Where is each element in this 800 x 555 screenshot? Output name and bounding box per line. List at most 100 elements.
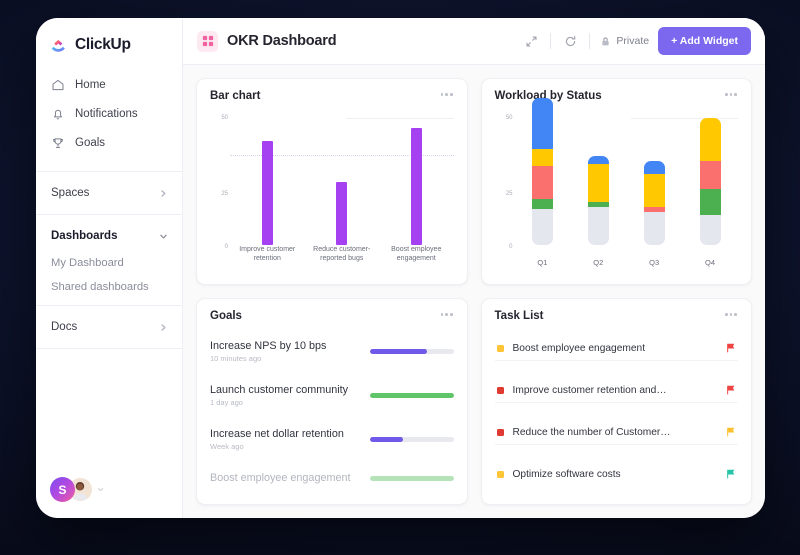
task-status-icon[interactable] xyxy=(496,345,504,352)
sidebar-item-shared-dashboards-label: Shared dashboards xyxy=(51,281,149,293)
bar-1[interactable] xyxy=(261,140,273,245)
segment-complete[interactable] xyxy=(531,97,553,149)
refresh-icon xyxy=(565,35,576,46)
refresh-button[interactable] xyxy=(557,28,583,54)
goal-row[interactable]: Increase net dollar retention Week ago xyxy=(210,428,454,451)
workload-x-label: Q3 xyxy=(649,258,660,267)
y-tick-25: 25 xyxy=(221,190,228,197)
workload-column-q1[interactable] xyxy=(515,97,571,245)
more-options-icon[interactable] xyxy=(440,90,454,99)
stacked-bar[interactable] xyxy=(587,156,609,245)
chevron-right-icon xyxy=(161,323,166,331)
goal-timestamp: Week ago xyxy=(210,442,244,452)
sidebar-item-spaces[interactable]: Spaces xyxy=(36,178,182,208)
bell-icon xyxy=(54,109,62,119)
goal-progress-bar[interactable] xyxy=(369,348,454,354)
bar-column[interactable] xyxy=(379,118,453,245)
privacy-toggle[interactable]: Private xyxy=(596,35,658,47)
segment-complete[interactable] xyxy=(643,161,665,174)
sidebar-item-docs[interactable]: Docs xyxy=(36,312,182,342)
more-options-icon[interactable] xyxy=(724,90,738,99)
bar-chart-x-label: Improve customer retention xyxy=(239,246,296,263)
goal-timestamp: 1 day ago xyxy=(210,397,243,407)
widget-board: Bar chart 50 25 0 Improve customer reten… xyxy=(183,65,765,518)
more-options-icon[interactable] xyxy=(440,310,454,319)
goal-progress-bar[interactable] xyxy=(369,392,454,398)
expand-arrows-icon xyxy=(526,35,537,47)
task-list: Boost employee engagement Improve custome… xyxy=(494,326,739,495)
bar-column[interactable] xyxy=(305,118,379,245)
bar-chart-inner xyxy=(230,118,454,245)
lock-icon xyxy=(602,36,610,45)
goal-progress-bar[interactable] xyxy=(369,475,454,481)
segment-open[interactable] xyxy=(699,214,721,245)
task-status-icon[interactable] xyxy=(496,471,504,478)
stacked-bar[interactable] xyxy=(643,161,665,245)
flag-icon[interactable] xyxy=(726,343,736,354)
bar-chart-x-labels: Improve customer retention Reduce custome… xyxy=(230,245,454,271)
bar-chart-bars xyxy=(230,118,454,245)
bar-chart-widget: Bar chart 50 25 0 Improve customer reten… xyxy=(196,78,468,285)
sidebar-item-my-dashboard[interactable]: My Dashboard xyxy=(36,251,182,275)
segment-complete[interactable] xyxy=(587,156,609,164)
expand-button[interactable] xyxy=(518,28,544,54)
segment-open[interactable] xyxy=(587,206,609,245)
flag-icon[interactable] xyxy=(726,469,736,480)
y-tick-50: 50 xyxy=(505,115,513,121)
task-status-icon[interactable] xyxy=(496,387,504,394)
add-widget-button[interactable]: + Add Widget xyxy=(658,27,751,55)
goal-row[interactable]: Boost employee engagement xyxy=(210,472,454,484)
segment-open[interactable] xyxy=(643,211,665,245)
segment-in-progress[interactable] xyxy=(699,189,721,215)
bar-column[interactable] xyxy=(230,118,304,245)
sidebar-item-notifications[interactable]: Notifications xyxy=(36,99,182,128)
workload-column-q2[interactable] xyxy=(570,118,626,245)
sidebar-item-goals-label: Goals xyxy=(75,136,106,149)
table-row[interactable]: Reduce the number of Customer… xyxy=(494,421,738,445)
table-row[interactable]: Boost employee engagement xyxy=(494,337,738,361)
goal-row[interactable]: Launch customer community 1 day ago xyxy=(210,384,454,407)
chevron-down-icon[interactable] xyxy=(97,486,104,493)
flag-icon[interactable] xyxy=(726,385,736,396)
sidebar-item-dashboards[interactable]: Dashboards xyxy=(36,221,182,251)
segment-in-review[interactable] xyxy=(587,163,609,202)
grid-squares-icon xyxy=(202,35,213,47)
table-row[interactable]: Improve customer retention and… xyxy=(494,379,738,403)
sidebar-item-goals[interactable]: Goals xyxy=(36,128,182,157)
toolbar-separator xyxy=(550,33,552,49)
task-status-icon[interactable] xyxy=(496,429,504,436)
privacy-label: Private xyxy=(616,35,650,47)
y-tick-0: 0 xyxy=(224,244,228,250)
dashboard-grid-icon xyxy=(197,30,218,52)
bar-chart-x-label: Boost employee engagement xyxy=(391,246,442,263)
flag-icon[interactable] xyxy=(726,427,736,438)
more-options-icon[interactable] xyxy=(724,310,738,319)
workload-x-labels: Q1 Q2 Q3 Q4 xyxy=(515,258,739,267)
table-row[interactable]: Optimize software costs xyxy=(495,463,739,486)
segment-open[interactable] xyxy=(531,209,553,245)
segment-blocked[interactable] xyxy=(531,166,553,200)
brand-logo[interactable]: ClickUp xyxy=(36,18,182,68)
goals-widget: Goals Increase NPS by 10 bps 10 minutes a… xyxy=(196,298,468,505)
bar-2[interactable] xyxy=(336,181,348,245)
sidebar-item-my-dashboard-label: My Dashboard xyxy=(51,257,124,269)
segment-in-review[interactable] xyxy=(699,118,721,162)
topbar-actions: Private + Add Widget xyxy=(518,27,751,55)
segment-in-review[interactable] xyxy=(643,173,665,207)
goal-row[interactable]: Increase NPS by 10 bps 10 minutes ago xyxy=(210,340,454,363)
bar-3[interactable] xyxy=(410,128,422,245)
workload-x-label: Q4 xyxy=(705,258,716,267)
home-icon xyxy=(52,79,64,90)
workload-column-q3[interactable] xyxy=(626,118,682,245)
workload-widget: Workload by Status 50 25 0 Q1 Q2 Q3 Q4 xyxy=(480,78,752,285)
stacked-bar[interactable] xyxy=(531,97,553,245)
goal-progress-bar[interactable] xyxy=(369,437,454,443)
stacked-bar[interactable] xyxy=(699,118,721,245)
workload-column-q4[interactable] xyxy=(682,118,738,245)
sidebar-item-shared-dashboards[interactable]: Shared dashboards xyxy=(36,275,182,299)
segment-blocked[interactable] xyxy=(699,161,721,190)
workspace-avatar[interactable]: S xyxy=(50,477,75,502)
sidebar-item-home[interactable]: Home xyxy=(36,70,182,99)
segment-in-review[interactable] xyxy=(531,148,553,167)
segment-in-progress[interactable] xyxy=(531,199,553,210)
